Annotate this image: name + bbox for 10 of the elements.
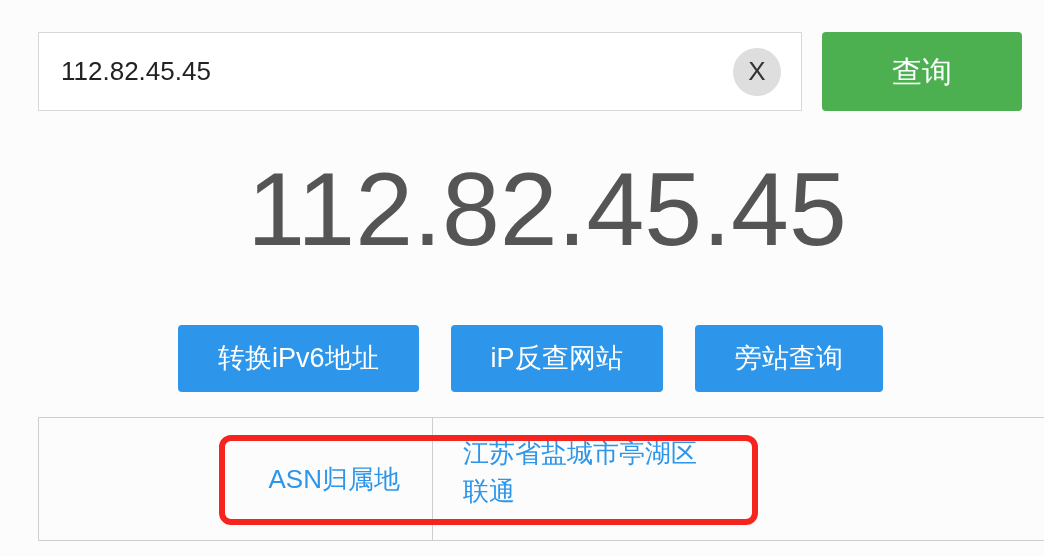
action-button[interactable]: 转换iPv6地址: [178, 325, 419, 392]
ip-address-heading: 112.82.45.45: [247, 150, 847, 269]
action-button[interactable]: iP反查网站: [450, 325, 663, 392]
table-cell-text: 江苏省盐城市亭湖区 联通: [462, 437, 697, 508]
search-field[interactable]: 112.82.45.45 X: [38, 32, 802, 111]
query-button[interactable]: 查询: [822, 32, 1022, 111]
action-button[interactable]: 旁站查询: [694, 325, 883, 392]
search-input[interactable]: 112.82.45.45: [61, 52, 733, 91]
clear-button[interactable]: X: [733, 47, 781, 96]
table-cell: ASN归属地: [39, 418, 433, 540]
